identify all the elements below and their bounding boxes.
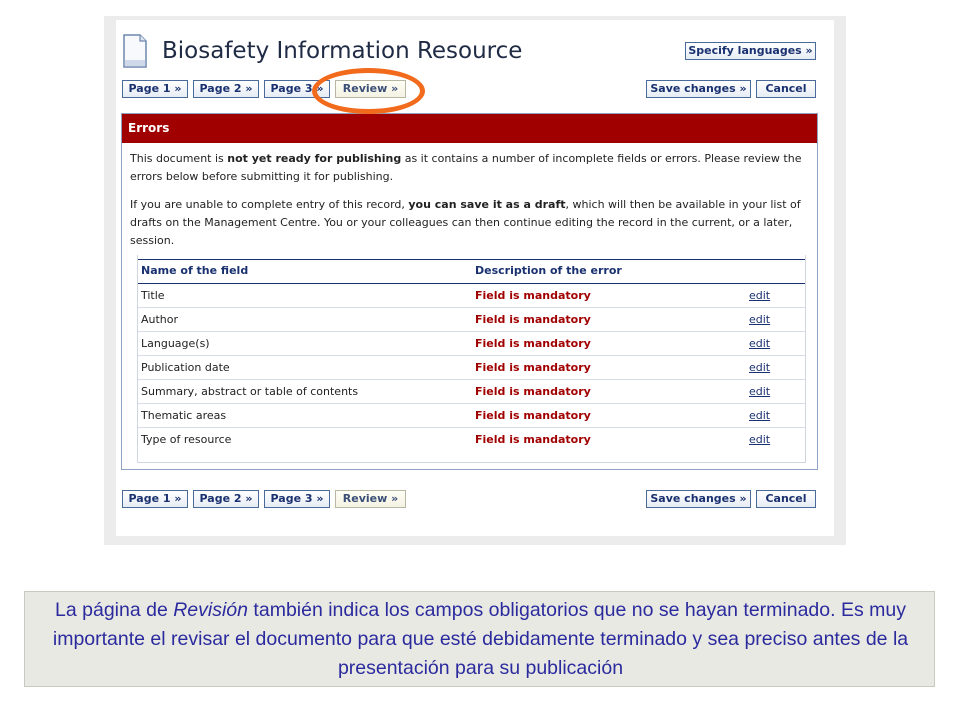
edit-link[interactable]: edit	[749, 385, 770, 398]
page-3-button-bottom[interactable]: Page 3 »	[264, 490, 330, 508]
column-header-error-description: Description of the error	[475, 264, 622, 277]
edit-link[interactable]: edit	[749, 409, 770, 422]
table-row: Type of resource Field is mandatory edit	[138, 427, 805, 451]
errors-intro-text: This document is not yet ready for publi…	[130, 152, 802, 183]
field-name: Thematic areas	[141, 409, 227, 422]
error-description: Field is mandatory	[475, 361, 591, 374]
cancel-button-bottom[interactable]: Cancel	[756, 490, 816, 508]
field-name: Language(s)	[141, 337, 210, 350]
screenshot-frame: Biosafety Information Resource Specify l…	[104, 16, 846, 545]
edit-link[interactable]: edit	[749, 289, 770, 302]
caption-box: La página de Revisión también indica los…	[18, 585, 941, 693]
page-title: Biosafety Information Resource	[162, 38, 523, 64]
errors-table-header: Name of the field Description of the err…	[138, 259, 805, 284]
cancel-button-top[interactable]: Cancel	[756, 80, 816, 98]
table-row: Publication date Field is mandatory edit	[138, 355, 805, 380]
edit-link[interactable]: edit	[749, 313, 770, 326]
caption-text: La página de Revisión también indica los…	[52, 599, 909, 679]
field-name: Author	[141, 313, 179, 326]
page-1-button-bottom[interactable]: Page 1 »	[122, 490, 188, 508]
table-row: Thematic areas Field is mandatory edit	[138, 403, 805, 428]
errors-header: Errors	[122, 114, 817, 143]
document-icon	[123, 34, 147, 68]
error-description: Field is mandatory	[475, 289, 591, 302]
table-row: Language(s) Field is mandatory edit	[138, 331, 805, 356]
field-name: Type of resource	[141, 433, 232, 446]
save-changes-button-bottom[interactable]: Save changes »	[646, 490, 751, 508]
column-header-field-name: Name of the field	[141, 264, 249, 277]
error-description: Field is mandatory	[475, 313, 591, 326]
field-name: Title	[141, 289, 165, 302]
save-changes-button-top[interactable]: Save changes »	[646, 80, 751, 98]
review-button-bottom[interactable]: Review »	[335, 490, 406, 508]
page-2-button-bottom[interactable]: Page 2 »	[193, 490, 259, 508]
error-description: Field is mandatory	[475, 385, 591, 398]
review-highlight-circle	[312, 68, 425, 114]
edit-link[interactable]: edit	[749, 337, 770, 350]
page-panel: Biosafety Information Resource Specify l…	[116, 20, 834, 536]
error-description: Field is mandatory	[475, 337, 591, 350]
field-name: Summary, abstract or table of contents	[141, 385, 359, 398]
errors-table: Name of the field Description of the err…	[137, 255, 806, 463]
table-row: Author Field is mandatory edit	[138, 307, 805, 332]
error-description: Field is mandatory	[475, 409, 591, 422]
edit-link[interactable]: edit	[749, 433, 770, 446]
page-1-button-top[interactable]: Page 1 »	[122, 80, 188, 98]
errors-panel: Errors This document is not yet ready fo…	[121, 113, 818, 470]
draft-info-text: If you are unable to complete entry of t…	[130, 198, 801, 247]
error-description: Field is mandatory	[475, 433, 591, 446]
edit-link[interactable]: edit	[749, 361, 770, 374]
table-row: Title Field is mandatory edit	[138, 283, 805, 308]
specify-languages-button[interactable]: Specify languages »	[685, 42, 816, 60]
caption-frame: La página de Revisión también indica los…	[24, 591, 935, 687]
table-row: Summary, abstract or table of contents F…	[138, 379, 805, 404]
page-2-button-top[interactable]: Page 2 »	[193, 80, 259, 98]
field-name: Publication date	[141, 361, 230, 374]
